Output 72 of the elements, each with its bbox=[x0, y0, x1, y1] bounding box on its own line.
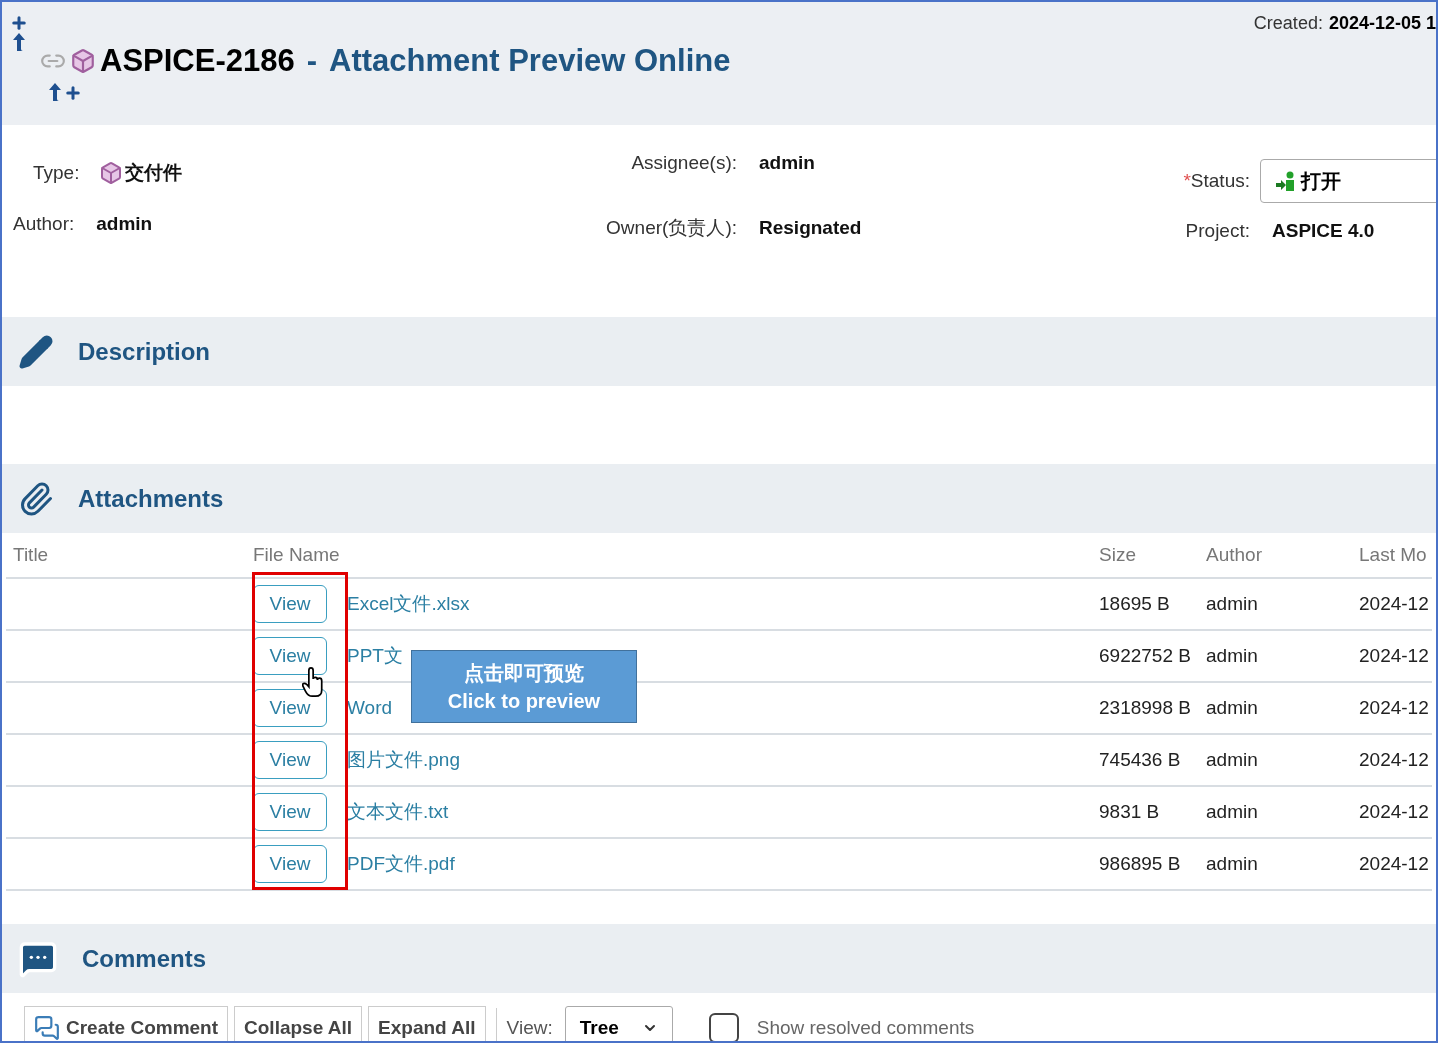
up-arrow-icon[interactable] bbox=[12, 32, 26, 52]
field-label: Owner(负责人): bbox=[606, 216, 737, 238]
add-comment-icon bbox=[34, 1015, 60, 1041]
table-cell-text: 2318998 B bbox=[1099, 695, 1192, 720]
file-link[interactable]: 文本文件.txt bbox=[343, 797, 1099, 827]
table-cell-text: 2024-12 bbox=[1359, 851, 1430, 876]
field-label: Assignee(s): bbox=[631, 152, 737, 173]
table-cell-text: 2024-12 bbox=[1359, 643, 1430, 668]
file-link[interactable]: 图片文件.png bbox=[343, 745, 1099, 775]
field-value: 交付件 bbox=[125, 161, 183, 185]
view-label: View: bbox=[506, 1015, 553, 1040]
tooltip-text: Click to preview bbox=[447, 688, 601, 714]
checkbox[interactable] bbox=[708, 1013, 739, 1041]
table-cell-text: admin bbox=[1206, 799, 1259, 824]
table-cell-text: 2024-12 bbox=[1359, 747, 1430, 772]
field-label: Type: bbox=[33, 161, 80, 185]
table-cell-text: 2024-12 bbox=[1359, 799, 1430, 824]
table-cell-text: 9831 B bbox=[1099, 799, 1161, 824]
table-cell-text: 2024-12 bbox=[1359, 695, 1430, 720]
view-button[interactable]: View bbox=[253, 793, 327, 831]
view-button[interactable]: View bbox=[253, 585, 327, 623]
field-value: admin bbox=[96, 211, 153, 236]
view-button[interactable]: View bbox=[253, 741, 327, 779]
cube-icon bbox=[99, 161, 124, 186]
field-value: ASPICE 4.0 bbox=[1272, 220, 1375, 241]
column-header: Last Mo bbox=[1359, 542, 1428, 567]
created-date: 2024-12-05 1 bbox=[1328, 12, 1436, 35]
cube-icon bbox=[70, 48, 96, 75]
item-title: Attachment Preview Online bbox=[329, 42, 731, 80]
field-value: admin bbox=[759, 151, 816, 175]
add-icon[interactable] bbox=[10, 14, 28, 32]
table-cell-text: admin bbox=[1206, 591, 1259, 616]
table-cell-text: 2024-12 bbox=[1359, 591, 1430, 616]
pencil-icon bbox=[18, 333, 54, 370]
section-title: Comments bbox=[82, 943, 207, 974]
required-mark: * bbox=[1183, 169, 1191, 191]
view-select[interactable]: Tree bbox=[564, 1006, 673, 1041]
up-arrow-icon[interactable] bbox=[48, 82, 62, 102]
field-value: Resignated bbox=[759, 215, 863, 240]
column-header: File Name bbox=[253, 542, 341, 567]
add-icon[interactable] bbox=[64, 84, 82, 102]
table-cell-text: 986895 B bbox=[1099, 851, 1182, 876]
toolbar-button[interactable]: Expand All bbox=[368, 1006, 486, 1041]
table-cell-text: 18695 B bbox=[1099, 591, 1171, 616]
table-cell-text: admin bbox=[1206, 643, 1259, 668]
field-label: Status: bbox=[1190, 169, 1250, 191]
column-header: Author bbox=[1206, 542, 1263, 567]
field-label: Author: bbox=[13, 211, 75, 236]
table-cell-text: admin bbox=[1206, 851, 1259, 876]
title-separator: - bbox=[306, 42, 318, 80]
table-cell-text: 6922752 B bbox=[1099, 643, 1192, 668]
status-select[interactable]: 打开 bbox=[1260, 159, 1436, 203]
section-title: Attachments bbox=[78, 483, 224, 514]
column-header: Title bbox=[12, 542, 50, 567]
toolbar-button[interactable]: Create Comment bbox=[24, 1006, 229, 1041]
table-cell-text: admin bbox=[1206, 695, 1259, 720]
column-header: Size bbox=[1099, 542, 1137, 567]
field-label: Project: bbox=[1185, 220, 1250, 241]
tooltip-text: 点击即可预览 bbox=[464, 660, 584, 686]
created-label: Created: bbox=[1253, 12, 1323, 35]
file-link[interactable]: Excel文件.xlsx bbox=[343, 589, 1099, 619]
section-title: Description bbox=[78, 336, 211, 367]
checkbox-label: Show resolved comments bbox=[756, 1015, 975, 1040]
item-id: ASPICE-2186 bbox=[100, 42, 295, 80]
paperclip-icon bbox=[18, 480, 54, 517]
toolbar-button[interactable]: Collapse All bbox=[234, 1006, 363, 1041]
hand-cursor-icon bbox=[302, 667, 326, 698]
table-cell-text: 745436 B bbox=[1099, 747, 1182, 772]
person-arrow-icon bbox=[1275, 170, 1297, 192]
table-cell-text: admin bbox=[1206, 747, 1259, 772]
view-button[interactable]: View bbox=[253, 845, 327, 883]
file-link[interactable]: PDF文件.pdf bbox=[343, 849, 1099, 879]
